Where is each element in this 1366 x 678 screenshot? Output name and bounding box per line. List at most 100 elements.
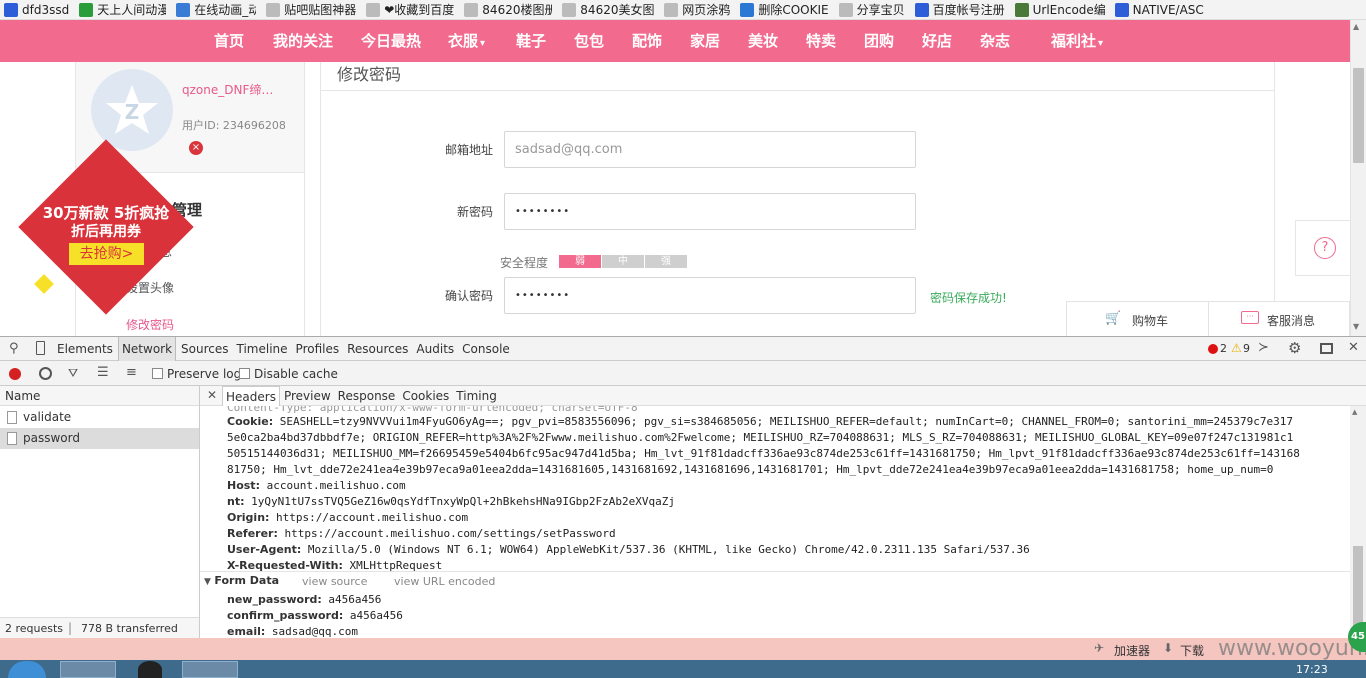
tab-audits[interactable]: Audits [413, 337, 457, 361]
form-data-email: email: sadsad@qq.com [227, 624, 358, 639]
warning-count[interactable]: 9 [1243, 342, 1250, 355]
avatar[interactable]: Z [91, 69, 173, 151]
bookmark-item[interactable]: ❤收藏到百度 [362, 0, 460, 19]
detail-tabs: Headers Preview Response Cookies Timing [222, 386, 501, 406]
tab-sources[interactable]: Sources [178, 337, 231, 361]
nav-item-beauty[interactable]: 美妆 [748, 20, 778, 62]
tab-resources[interactable]: Resources [344, 337, 411, 361]
nav-item-magazine[interactable]: 杂志 [980, 20, 1010, 62]
cart-button[interactable]: 🛒 购物车 [1067, 302, 1208, 336]
view-url-encoded-link[interactable]: view URL encoded [394, 575, 495, 588]
error-count[interactable]: 2 [1220, 342, 1227, 355]
nav-item-bags[interactable]: 包包 [574, 20, 604, 62]
bookmark-item[interactable]: dfd3ssd [0, 0, 75, 19]
detail-tab-headers[interactable]: Headers [222, 386, 280, 406]
new-password-field[interactable]: •••••••• [504, 193, 916, 230]
bookmark-item[interactable]: 天上人间动漫 [75, 0, 172, 19]
sidebar-link-change-password[interactable]: 修改密码 [126, 316, 174, 333]
scroll-down-icon[interactable]: ▼ [1353, 322, 1359, 331]
bookmark-item[interactable]: 84620楼图册 [460, 0, 558, 19]
bookmark-item[interactable]: UrlEncode编 [1011, 0, 1111, 19]
form-data-section-toggle[interactable]: ▼ Form Data [204, 574, 279, 587]
nav-item-sale[interactable]: 特卖 [806, 20, 836, 62]
site-nav: 首页 我的关注 今日最热 衣服 ▾ 鞋子 包包 配饰 家居 美妆 特卖 团购 好店… [0, 20, 1366, 62]
nav-item-clothes-label: 衣服 [448, 32, 479, 50]
page-scrollbar[interactable]: ▲ ▼ [1350, 20, 1366, 336]
dock-icon[interactable] [1320, 343, 1333, 354]
detail-scrollbar[interactable]: ▲ [1350, 406, 1366, 639]
nav-item-accessories[interactable]: 配饰 [632, 20, 662, 62]
nav-item-clothes[interactable]: 衣服 ▾ [448, 20, 485, 62]
view-source-link[interactable]: view source [302, 575, 367, 588]
header-value: Mozilla/5.0 (Windows NT 6.1; WOW64) Appl… [307, 543, 1030, 556]
scroll-thumb[interactable] [1353, 68, 1364, 163]
taskbar-item-window[interactable] [182, 661, 238, 678]
bookmark-item[interactable]: 贴吧贴图神器 [262, 0, 362, 19]
nav-item-following[interactable]: 我的关注 [273, 20, 333, 62]
device-mode-icon[interactable] [36, 341, 45, 355]
strength-strong: 强 [645, 255, 687, 268]
tab-network[interactable]: Network [117, 337, 177, 361]
bookmark-item[interactable]: 百度帐号注册 [911, 0, 1011, 19]
detail-tab-cookies[interactable]: Cookies [399, 386, 452, 406]
nav-item-home-living[interactable]: 家居 [690, 20, 720, 62]
header-value: https://account.meilishuo.com [276, 511, 469, 524]
nav-item-group-buy[interactable]: 团购 [864, 20, 894, 62]
search-icon[interactable]: ⚲ [9, 341, 19, 356]
scroll-thumb[interactable] [1353, 546, 1363, 632]
nav-item-good-shops[interactable]: 好店 [922, 20, 952, 62]
nav-item-home[interactable]: 首页 [214, 20, 244, 62]
console-drawer-icon[interactable]: ≻ [1258, 340, 1269, 355]
cookie-value-2: 50515144036d31; MEILISHUO_MM=f26695459e5… [227, 447, 1300, 460]
close-icon[interactable]: ✕ [1348, 340, 1359, 355]
bookmark-item[interactable]: 分享宝贝 [835, 0, 911, 19]
tab-elements[interactable]: Elements [54, 337, 116, 361]
close-icon[interactable]: × [189, 141, 203, 155]
filter-icon[interactable]: ⛛ [68, 366, 78, 381]
bookmark-item[interactable]: 网页涂鸦 [660, 0, 736, 19]
detail-tab-response[interactable]: Response [335, 386, 399, 406]
nav-item-shoes[interactable]: 鞋子 [516, 20, 546, 62]
help-float[interactable]: ? [1295, 220, 1350, 276]
accelerator-label[interactable]: 加速器 [1114, 642, 1150, 659]
summary-divider: | [68, 621, 73, 635]
request-row[interactable]: validate [0, 407, 199, 428]
form-header [321, 62, 1274, 91]
qq-icon[interactable] [138, 661, 162, 678]
service-button[interactable]: ··· 客服消息 [1209, 302, 1350, 336]
form-data-value: sadsad@qq.com [271, 625, 359, 638]
bookmark-item[interactable]: 84620美女图 [558, 0, 660, 19]
record-icon[interactable] [9, 368, 21, 380]
gear-icon[interactable]: ⚙ [1288, 339, 1301, 357]
header-host: Host: account.meilishuo.com [227, 478, 406, 494]
detail-tab-timing[interactable]: Timing [453, 386, 500, 406]
overview-icon[interactable]: ≡ [126, 365, 137, 380]
request-row-selected[interactable]: password [0, 428, 199, 449]
close-detail-icon[interactable]: ✕ [207, 388, 217, 402]
preserve-log-checkbox[interactable] [152, 368, 163, 379]
bookmark-item[interactable]: NATIVE/ASC [1111, 0, 1210, 19]
disable-cache-checkbox[interactable] [239, 368, 250, 379]
start-button[interactable] [8, 661, 46, 678]
bookmark-item[interactable]: 在线动画_动 [172, 0, 262, 19]
email-field[interactable]: sadsad@qq.com [504, 131, 916, 168]
nav-item-welfare[interactable]: 福利社 ▾ [1051, 20, 1103, 62]
confirm-password-field[interactable]: •••••••• [504, 277, 916, 314]
username[interactable]: qzone_DNF缔… [182, 81, 273, 98]
promo-button[interactable]: 去抢购> [69, 243, 144, 265]
help-icon: ? [1314, 237, 1336, 259]
taskbar-item-browser[interactable] [60, 661, 116, 678]
tab-profiles[interactable]: Profiles [293, 337, 343, 361]
bookmark-item[interactable]: 删除COOKIE [736, 0, 834, 19]
tab-console[interactable]: Console [459, 337, 513, 361]
form-data-key: email: [227, 625, 266, 638]
list-view-icon[interactable]: ☰ [97, 365, 109, 380]
nav-item-hot-today[interactable]: 今日最热 [361, 20, 421, 62]
download-label[interactable]: 下载 [1180, 642, 1204, 659]
detail-tab-preview[interactable]: Preview [281, 386, 334, 406]
clear-icon[interactable] [39, 367, 52, 380]
scroll-up-icon[interactable]: ▲ [1352, 408, 1357, 416]
tab-timeline[interactable]: Timeline [234, 337, 291, 361]
name-column-header[interactable]: Name [5, 389, 40, 403]
scroll-up-icon[interactable]: ▲ [1353, 22, 1359, 31]
